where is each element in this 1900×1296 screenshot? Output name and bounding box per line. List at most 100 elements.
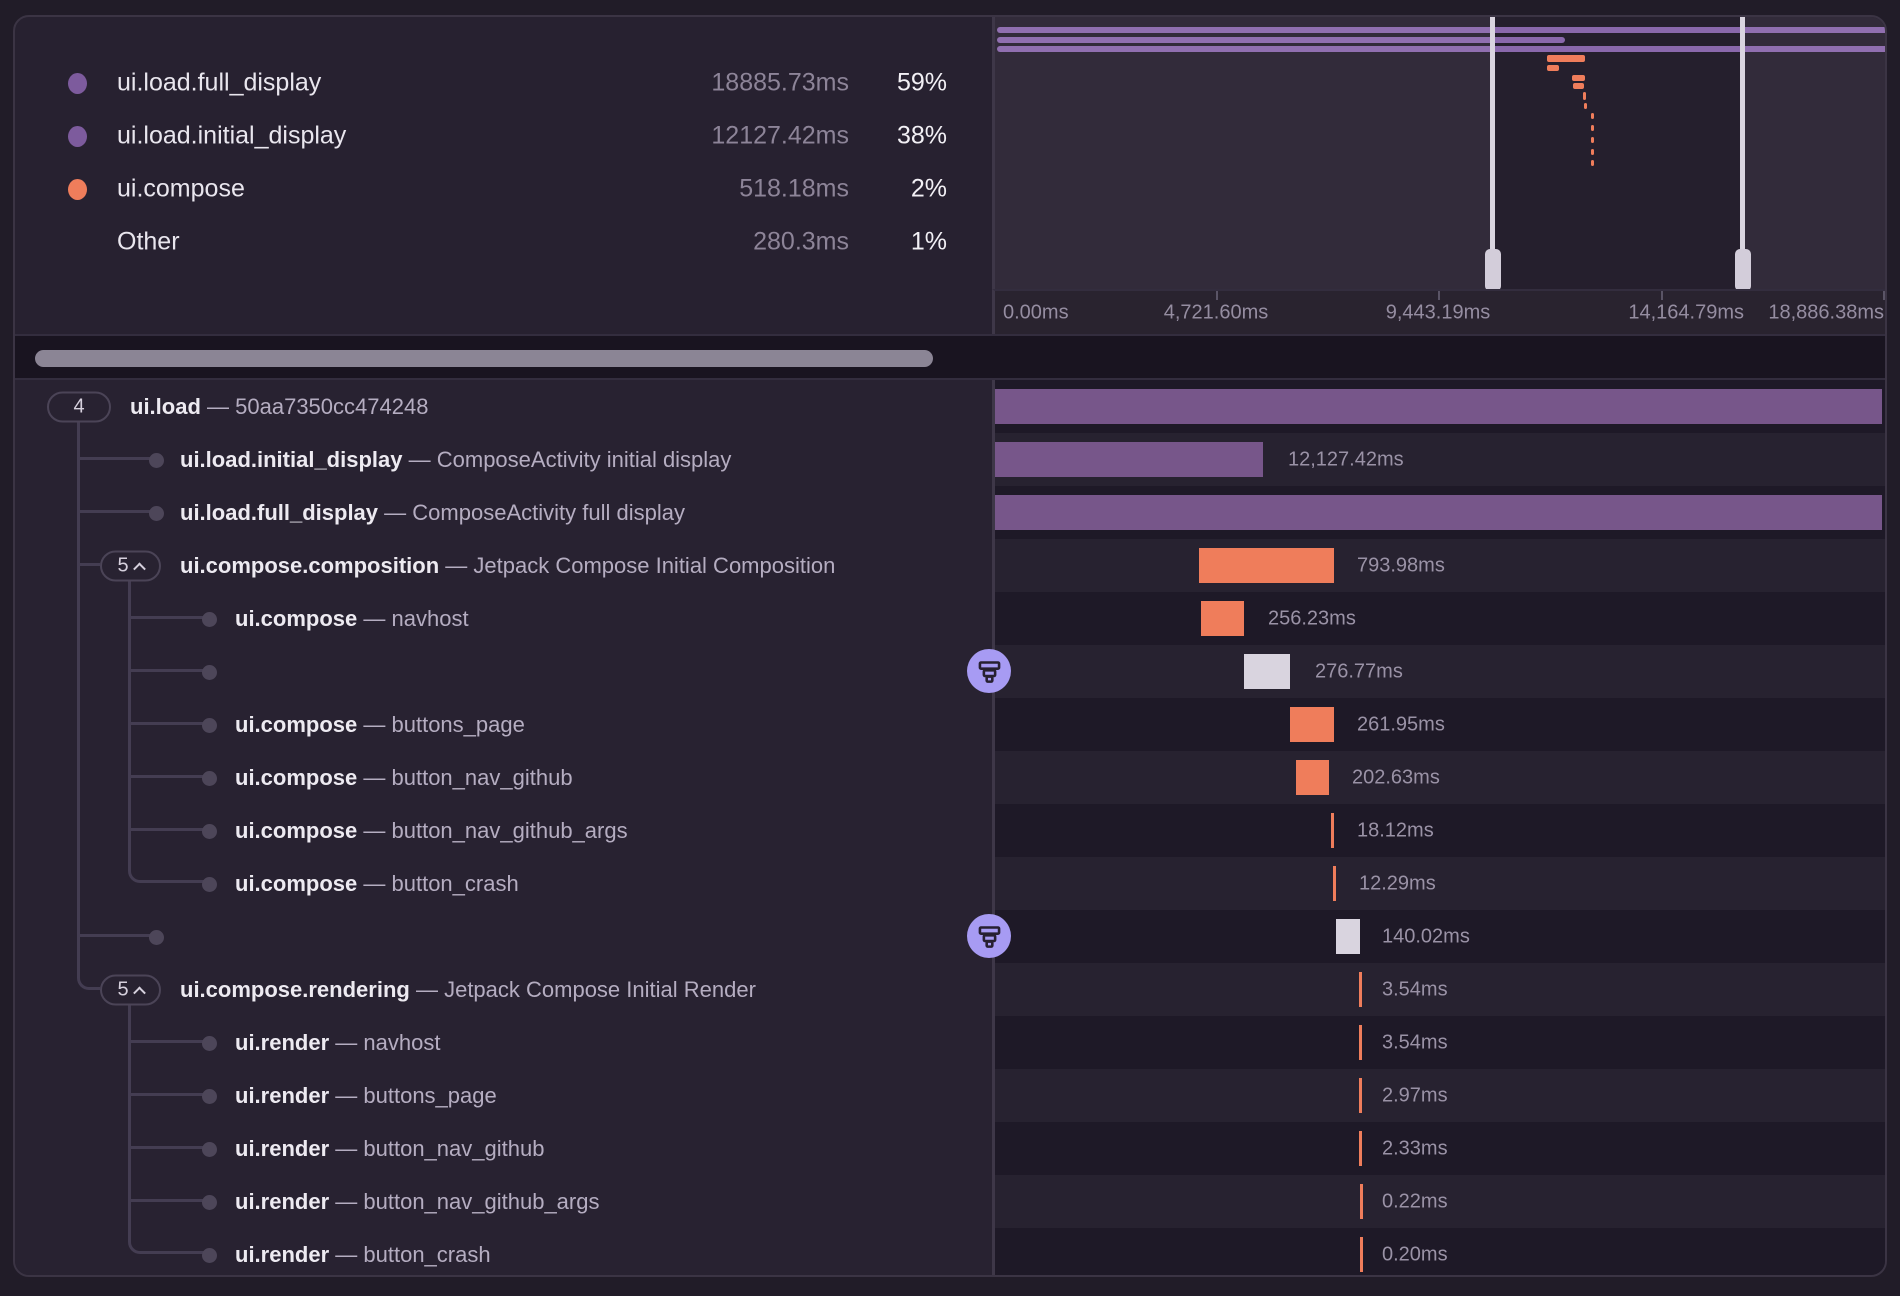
child-count: 5 (117, 978, 128, 1001)
span-grid-row[interactable]: 2.33ms (992, 1122, 1887, 1175)
span-grid-row[interactable]: 2.97ms (992, 1069, 1887, 1122)
span-color-dot (68, 126, 87, 147)
legend-item: ui.compose 518.18ms 2% (15, 162, 992, 215)
span-description: ui.render — button_nav_github (235, 1136, 544, 1162)
profile-icon[interactable] (967, 649, 1011, 693)
span-duration-label: 2.97ms (1382, 1084, 1448, 1107)
axis-tick (1883, 291, 1885, 300)
span-description: ui.render — button_nav_github_args (235, 1189, 599, 1215)
span-separator: — (363, 871, 385, 896)
span-duration-bar[interactable] (1201, 601, 1244, 636)
span-grid-row[interactable]: 202.63ms (992, 751, 1887, 804)
span-tree-row[interactable]: ui.load.initial_display — ComposeActivit… (15, 433, 992, 486)
span-name: buttons_page (392, 712, 525, 737)
span-tree-row[interactable]: ui.load.full_display — ComposeActivity f… (15, 486, 992, 539)
legend-item: ui.load.full_display 18885.73ms 59% (15, 56, 992, 109)
span-op: ui.load (130, 394, 201, 419)
span-grid-row[interactable]: 140.02ms (992, 910, 1887, 963)
span-color-dot (68, 179, 87, 200)
span-op: ui.compose.composition (180, 553, 439, 578)
span-duration-bar[interactable] (1359, 1078, 1362, 1113)
span-duration-bar[interactable] (992, 442, 1263, 477)
trace-minimap[interactable] (992, 17, 1887, 289)
span-separator: — (207, 394, 229, 419)
span-grid-row[interactable]: 276.77ms (992, 645, 1887, 698)
span-grid-row[interactable]: 0.20ms (992, 1228, 1887, 1277)
span-separator: — (335, 1083, 357, 1108)
minimap-span-mark (1583, 92, 1586, 100)
minimap-span-mark (1591, 149, 1594, 155)
span-grid-row[interactable]: 0.22ms (992, 1175, 1887, 1228)
minimap-dim-right (1742, 17, 1887, 289)
span-duration-bar[interactable] (1244, 654, 1290, 689)
span-duration-bar[interactable] (1333, 866, 1336, 901)
span-duration-bar[interactable] (1199, 548, 1334, 583)
span-op: ui.render (235, 1083, 329, 1108)
tree-scrollbar-track[interactable] (15, 334, 1887, 380)
minimap-dim-left (995, 17, 1492, 289)
span-description: ui.load.full_display — ComposeActivity f… (180, 500, 685, 526)
span-duration-bar[interactable] (1360, 1237, 1363, 1272)
span-grid-row[interactable]: 256.23ms (992, 592, 1887, 645)
legend-op-name: ui.compose (117, 174, 245, 203)
tree-connector (131, 616, 203, 619)
span-duration-bar[interactable] (1331, 813, 1334, 848)
span-grid-row[interactable]: 18.12ms (992, 804, 1887, 857)
span-name: navhost (363, 1030, 440, 1055)
minimap-span-mark (1572, 75, 1585, 81)
span-grid-row[interactable]: 793.98ms (992, 539, 1887, 592)
axis-tick (1661, 291, 1663, 300)
span-duration-bar[interactable] (1359, 1131, 1362, 1166)
span-description: ui.render — buttons_page (235, 1083, 497, 1109)
span-duration-bar[interactable] (1359, 1025, 1362, 1060)
span-duration-label: 202.63ms (1352, 766, 1440, 789)
tree-connector (77, 422, 80, 975)
profile-icon[interactable] (967, 914, 1011, 958)
span-duration-bar[interactable] (992, 389, 1882, 424)
span-duration-bar[interactable] (1336, 919, 1360, 954)
span-description: ui.compose — buttons_page (235, 712, 525, 738)
span-op: ui.compose.rendering (180, 977, 410, 1002)
span-grid-row[interactable]: 3.54ms (992, 1016, 1887, 1069)
span-name: button_crash (392, 871, 519, 896)
legend-op-name: ui.load.initial_display (117, 121, 346, 150)
span-name: ComposeActivity full display (412, 500, 685, 525)
span-grid-row[interactable] (992, 486, 1887, 539)
tree-connector-elbow (128, 871, 204, 883)
span-duration-label: 261.95ms (1357, 713, 1445, 736)
axis-label: 14,164.79ms (1628, 301, 1744, 324)
span-duration-bar[interactable] (1290, 707, 1334, 742)
axis-label: 4,721.60ms (1164, 301, 1269, 324)
span-duration-label: 140.02ms (1382, 925, 1470, 948)
span-bullet (202, 1036, 217, 1051)
span-duration-label: 0.22ms (1382, 1190, 1448, 1213)
span-duration-bar[interactable] (992, 495, 1882, 530)
tree-scrollbar-thumb[interactable] (35, 350, 933, 367)
span-tree-row[interactable]: ui.compose — button_crash (15, 857, 992, 910)
span-tree-row[interactable]: 5ui.compose.rendering — Jetpack Compose … (15, 963, 992, 1016)
span-duration-bar[interactable] (1296, 760, 1329, 795)
span-name: Jetpack Compose Initial Render (444, 977, 756, 1002)
span-grid-row[interactable]: 3.54ms (992, 963, 1887, 1016)
span-bullet (149, 930, 164, 945)
span-grid-row[interactable]: 12.29ms (992, 857, 1887, 910)
tree-connector (131, 1093, 203, 1096)
span-tree-row[interactable]: 4ui.load — 50aa7350cc474248 (15, 380, 992, 433)
span-tree-row[interactable]: 5ui.compose.composition — Jetpack Compos… (15, 539, 992, 592)
child-count-badge[interactable]: 5 (100, 550, 161, 581)
span-grid-row[interactable]: 261.95ms (992, 698, 1887, 751)
tree-connector (131, 1199, 203, 1202)
span-duration-bar[interactable] (1359, 972, 1362, 1007)
minimap-handle-grip-left[interactable] (1485, 249, 1501, 289)
tree-connector (80, 510, 150, 513)
panel-divider[interactable] (992, 380, 995, 1277)
span-duration-label: 276.77ms (1315, 660, 1403, 683)
child-count-badge[interactable]: 4 (47, 391, 111, 422)
span-grid-row[interactable] (992, 380, 1887, 433)
span-tree-row[interactable] (15, 910, 992, 963)
minimap-handle-grip-right[interactable] (1735, 249, 1751, 289)
span-duration-bar[interactable] (1360, 1184, 1363, 1219)
span-grid-row[interactable]: 12,127.42ms (992, 433, 1887, 486)
span-description: ui.load.initial_display — ComposeActivit… (180, 447, 731, 473)
child-count-badge[interactable]: 5 (100, 974, 161, 1005)
